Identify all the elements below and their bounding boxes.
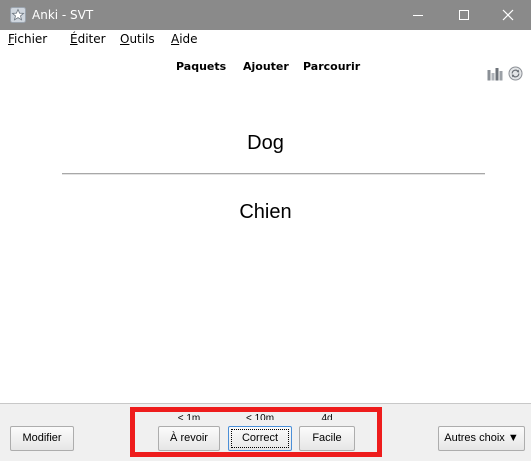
answer-easy-button[interactable]: Facile <box>299 426 355 451</box>
toolbar-parcourir-link[interactable]: Parcourir <box>303 60 360 74</box>
stats-icon[interactable] <box>487 67 503 81</box>
more-options-button[interactable]: Autres choix ▼ <box>438 426 525 451</box>
maximize-button[interactable] <box>441 0 487 30</box>
card-question: Dog <box>247 132 284 154</box>
focus-ring <box>231 429 289 448</box>
card-view: Dog Chien <box>0 101 531 403</box>
answer-good-button[interactable]: Correct <box>228 426 292 451</box>
sync-icon[interactable] <box>508 66 523 81</box>
close-button[interactable] <box>485 0 531 30</box>
interval-again: < 1m <box>177 414 201 420</box>
card-answer: Chien <box>239 201 292 223</box>
menu-fichier[interactable]: Fichier <box>8 32 47 47</box>
menu-aide[interactable]: Aide <box>171 32 198 47</box>
interval-good: < 10m <box>245 414 275 420</box>
answer-divider <box>62 173 485 175</box>
menu-editer[interactable]: Éditer <box>70 32 106 47</box>
edit-card-button[interactable]: Modifier <box>10 426 74 451</box>
answer-again-button[interactable]: À revoir <box>158 426 220 451</box>
menu-outils[interactable]: Outils <box>120 32 155 47</box>
minimize-icon <box>413 15 423 16</box>
anki-star-icon <box>10 7 26 23</box>
toolbar-ajouter-link[interactable]: Ajouter <box>243 60 289 74</box>
maximize-icon <box>459 10 469 20</box>
window-title: Anki - SVT <box>32 8 94 22</box>
answer-bar: Modifier < 1m < 10m 4d À revoir Correct … <box>0 403 531 461</box>
title-bar: Anki - SVT <box>0 0 531 30</box>
close-icon <box>502 9 514 21</box>
top-toolbar: Paquets Ajouter Parcourir <box>0 49 531 101</box>
toolbar-paquets-link[interactable]: Paquets <box>176 60 226 74</box>
minimize-button[interactable] <box>395 0 441 30</box>
interval-easy: 4d <box>321 414 333 420</box>
menu-bar: Fichier Éditer Outils Aide <box>0 30 531 49</box>
